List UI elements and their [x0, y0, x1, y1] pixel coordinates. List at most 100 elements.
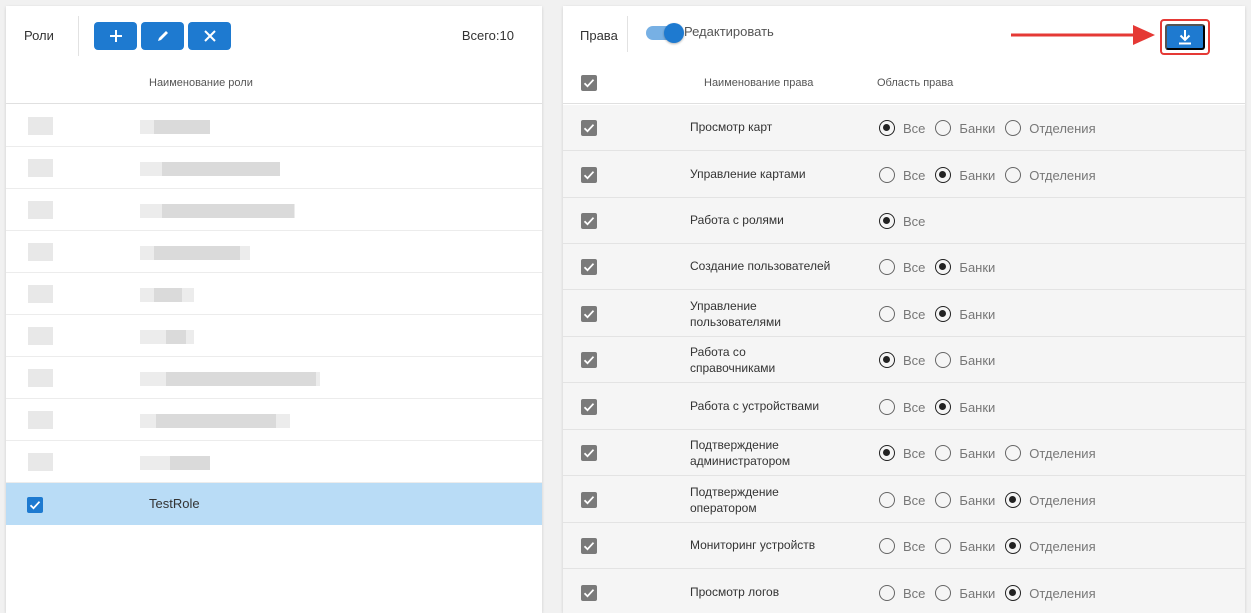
roles-toolbar: Роли Всего:10	[6, 6, 542, 62]
scope-option-branches[interactable]: Отделения	[1005, 167, 1096, 183]
right-checkbox[interactable]	[581, 399, 597, 415]
scope-option-branches[interactable]: Отделения	[1005, 120, 1096, 136]
scope-radio-banks[interactable]	[935, 445, 952, 461]
scope-radio-banks-selected[interactable]	[935, 167, 952, 183]
scope-radio-banks[interactable]	[935, 538, 952, 554]
scope-radio-branches[interactable]	[1005, 167, 1022, 183]
toggle-knob[interactable]	[664, 23, 684, 43]
right-checkbox[interactable]	[581, 445, 597, 461]
scope-option-all[interactable]: Все	[879, 538, 925, 554]
right-checkbox[interactable]	[581, 492, 597, 508]
scope-radio-all[interactable]	[879, 585, 895, 601]
download-button[interactable]	[1165, 24, 1205, 50]
role-checkbox[interactable]	[28, 159, 53, 177]
scope-option-branches[interactable]: Отделения	[1005, 492, 1096, 508]
scope-option-branches[interactable]: Отделения	[1005, 585, 1096, 601]
role-checkbox[interactable]	[28, 453, 53, 471]
role-checkbox[interactable]	[28, 201, 53, 219]
scope-option-all[interactable]: Все	[879, 399, 925, 415]
scope-radio-banks-selected[interactable]	[935, 399, 952, 415]
role-row[interactable]	[6, 147, 542, 189]
scope-option-all[interactable]: Все	[879, 167, 925, 183]
scope-radio-banks[interactable]	[935, 585, 952, 601]
role-checkbox[interactable]	[28, 411, 53, 429]
scope-option-all[interactable]: Все	[879, 213, 925, 229]
scope-option-banks[interactable]: Банки	[935, 352, 995, 368]
delete-role-button[interactable]	[188, 22, 231, 50]
scope-option-banks[interactable]: Банки	[935, 306, 995, 322]
scope-option-branches[interactable]: Отделения	[1005, 538, 1096, 554]
right-checkbox[interactable]	[581, 259, 597, 275]
add-role-button[interactable]	[94, 22, 137, 50]
scope-radio-branches-selected[interactable]	[1005, 538, 1022, 554]
scope-radio-group: Все Банки	[879, 304, 1005, 324]
scope-radio-all[interactable]	[879, 538, 895, 554]
scope-option-banks[interactable]: Банки	[935, 259, 995, 275]
scope-option-label: Банки	[959, 538, 996, 554]
role-checkbox[interactable]	[28, 117, 53, 135]
role-row[interactable]	[6, 315, 542, 357]
role-checkbox[interactable]	[28, 327, 53, 345]
right-checkbox[interactable]	[581, 213, 597, 229]
right-checkbox[interactable]	[581, 352, 597, 368]
scope-radio-all[interactable]	[879, 259, 895, 275]
role-checkbox-checked[interactable]	[27, 497, 43, 513]
scope-radio-all-selected[interactable]	[879, 445, 895, 461]
scope-option-all[interactable]: Все	[879, 259, 925, 275]
scope-option-all[interactable]: Все	[879, 306, 925, 322]
scope-radio-banks-selected[interactable]	[935, 306, 952, 322]
scope-radio-branches[interactable]	[1005, 445, 1022, 461]
role-row[interactable]	[6, 357, 542, 399]
right-checkbox[interactable]	[581, 167, 597, 183]
check-icon	[583, 217, 595, 226]
scope-option-all[interactable]: Все	[879, 585, 925, 601]
blurred-role-name-fragment	[154, 246, 240, 260]
role-row-selected[interactable]: TestRole	[6, 483, 542, 525]
scope-option-all[interactable]: Все	[879, 352, 925, 368]
scope-radio-group: Все Банки	[879, 350, 1005, 370]
scope-radio-branches[interactable]	[1005, 120, 1022, 136]
right-checkbox[interactable]	[581, 306, 597, 322]
scope-option-banks[interactable]: Банки	[935, 492, 995, 508]
role-row[interactable]	[6, 105, 542, 147]
right-row: Просмотр карт Все Банки Отделения	[563, 105, 1245, 151]
select-all-checkbox[interactable]	[581, 75, 597, 91]
scope-radio-banks[interactable]	[935, 352, 952, 368]
scope-radio-all[interactable]	[879, 399, 895, 415]
scope-radio-all-selected[interactable]	[879, 213, 895, 229]
edit-role-button[interactable]	[141, 22, 184, 50]
role-row[interactable]	[6, 441, 542, 483]
scope-option-branches[interactable]: Отделения	[1005, 445, 1096, 461]
scope-radio-branches-selected[interactable]	[1005, 585, 1022, 601]
scope-option-all[interactable]: Все	[879, 492, 925, 508]
scope-radio-banks-selected[interactable]	[935, 259, 952, 275]
role-checkbox[interactable]	[28, 285, 53, 303]
role-row[interactable]	[6, 273, 542, 315]
scope-option-label: Банки	[959, 167, 996, 183]
scope-radio-all-selected[interactable]	[879, 352, 895, 368]
role-row[interactable]	[6, 231, 542, 273]
scope-radio-all[interactable]	[879, 167, 895, 183]
right-checkbox[interactable]	[581, 585, 597, 601]
right-checkbox[interactable]	[581, 120, 597, 136]
scope-option-all[interactable]: Все	[879, 120, 925, 136]
role-row[interactable]	[6, 399, 542, 441]
scope-option-banks[interactable]: Банки	[935, 399, 995, 415]
scope-radio-all[interactable]	[879, 306, 895, 322]
scope-option-banks[interactable]: Банки	[935, 585, 995, 601]
scope-radio-banks[interactable]	[935, 492, 952, 508]
right-checkbox[interactable]	[581, 538, 597, 554]
role-row[interactable]	[6, 189, 542, 231]
scope-option-banks[interactable]: Банки	[935, 445, 995, 461]
scope-radio-all[interactable]	[879, 492, 895, 508]
scope-radio-all-selected[interactable]	[879, 120, 895, 136]
role-checkbox[interactable]	[28, 243, 53, 261]
scope-radio-branches-selected[interactable]	[1005, 492, 1022, 508]
scope-radio-banks[interactable]	[935, 120, 952, 136]
role-checkbox[interactable]	[28, 369, 53, 387]
scope-option-banks[interactable]: Банки	[935, 120, 995, 136]
scope-option-all[interactable]: Все	[879, 445, 925, 461]
download-icon	[1179, 30, 1191, 45]
scope-option-banks[interactable]: Банки	[935, 538, 995, 554]
scope-option-banks[interactable]: Банки	[935, 167, 995, 183]
